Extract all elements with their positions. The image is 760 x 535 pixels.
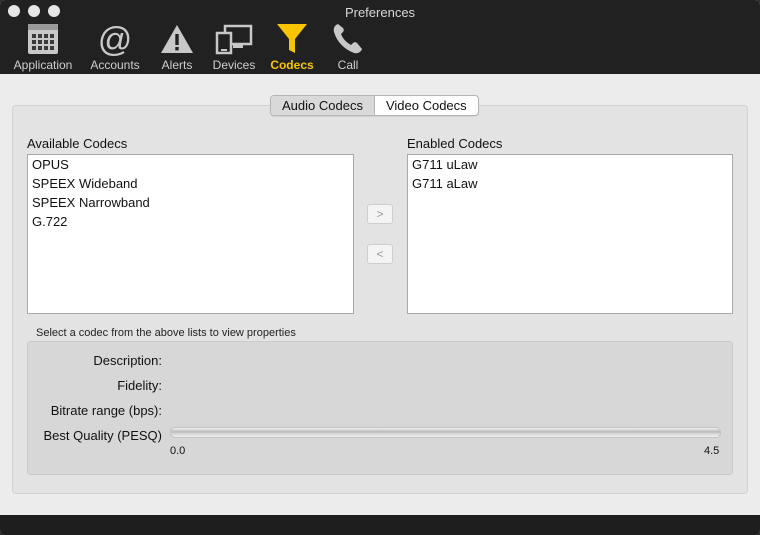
funnel-icon bbox=[277, 24, 307, 53]
list-item[interactable]: G711 uLaw bbox=[408, 155, 732, 174]
toolbar-label-codecs: Codecs bbox=[270, 58, 314, 72]
phone-icon bbox=[333, 24, 362, 54]
list-item[interactable]: G.722 bbox=[28, 212, 353, 231]
enabled-codecs-title: Enabled Codecs bbox=[407, 136, 503, 151]
list-item[interactable]: G711 aLaw bbox=[408, 174, 732, 193]
list-item[interactable]: SPEEX Narrowband bbox=[28, 193, 353, 212]
toolbar: Preferences Application @ Accounts Alert… bbox=[0, 0, 760, 74]
add-codec-button[interactable]: > bbox=[367, 204, 393, 224]
enabled-codecs-list[interactable]: G711 uLaw G711 aLaw bbox=[407, 154, 733, 314]
tab-video-codecs[interactable]: Video Codecs bbox=[375, 96, 478, 115]
toolbar-label-call: Call bbox=[337, 58, 359, 72]
best-quality-label: Best Quality (PESQ) bbox=[43, 428, 162, 443]
at-sign-icon: @ bbox=[98, 22, 133, 56]
toolbar-label-accounts: Accounts bbox=[90, 58, 140, 72]
warning-triangle-icon bbox=[161, 25, 193, 53]
svg-text:@: @ bbox=[98, 22, 133, 56]
codec-type-segmented-control: Audio Codecs Video Codecs bbox=[270, 95, 479, 116]
best-quality-slider bbox=[170, 427, 721, 438]
toolbar-item-alerts[interactable]: Alerts bbox=[152, 22, 202, 72]
bitrate-range-label: Bitrate range (bps): bbox=[50, 403, 162, 418]
window-title: Preferences bbox=[344, 5, 416, 20]
quality-max-label: 4.5 bbox=[704, 445, 720, 457]
available-codecs-list[interactable]: OPUS SPEEX Wideband SPEEX Narrowband G.7… bbox=[27, 154, 354, 314]
toolbar-label-alerts: Alerts bbox=[161, 58, 193, 72]
toolbar-label-application: Application bbox=[13, 58, 73, 72]
toolbar-item-codecs[interactable]: Codecs bbox=[266, 22, 318, 72]
toolbar-item-devices[interactable]: Devices bbox=[208, 22, 260, 72]
list-item[interactable]: OPUS bbox=[28, 155, 353, 174]
toolbar-item-application[interactable]: Application bbox=[8, 22, 78, 72]
preferences-window: Preferences Application @ Accounts Alert… bbox=[0, 0, 760, 535]
available-codecs-title: Available Codecs bbox=[27, 136, 128, 151]
devices-icon bbox=[215, 24, 253, 55]
list-item[interactable]: SPEEX Wideband bbox=[28, 174, 353, 193]
tab-audio-codecs[interactable]: Audio Codecs bbox=[271, 96, 375, 115]
fidelity-label: Fidelity: bbox=[117, 378, 162, 393]
quality-min-label: 0.0 bbox=[170, 445, 186, 457]
toolbar-item-call[interactable]: Call bbox=[326, 22, 370, 72]
bottom-bar bbox=[0, 515, 760, 535]
toolbar-item-accounts[interactable]: @ Accounts bbox=[84, 22, 146, 72]
remove-codec-button[interactable]: < bbox=[367, 244, 393, 264]
toolbar-label-devices: Devices bbox=[212, 58, 256, 72]
calendar-grid-icon bbox=[28, 24, 58, 54]
description-label: Description: bbox=[93, 353, 162, 368]
selection-hint: Select a codec from the above lists to v… bbox=[36, 327, 296, 339]
